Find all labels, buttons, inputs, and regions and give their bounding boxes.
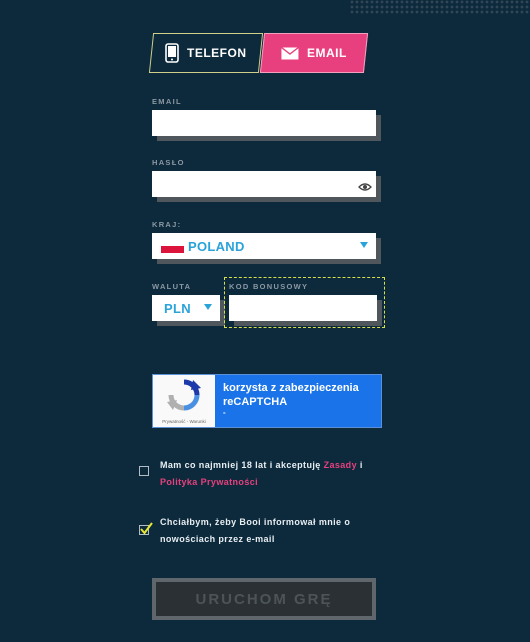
terms-checkbox[interactable]	[139, 466, 149, 476]
country-value: POLAND	[188, 238, 245, 254]
password-label: HASŁO	[152, 158, 185, 167]
bonus-code-field[interactable]	[229, 295, 377, 321]
tab-phone-label: TELEFON	[187, 46, 247, 60]
email-label: EMAIL	[152, 97, 182, 106]
currency-label: WALUTA	[152, 282, 192, 291]
newsletter-text-line2: nowościach przez e-mail	[160, 534, 275, 544]
terms-consent-row: Mam co najmniej 18 lat i akceptuję Zasad…	[139, 457, 389, 491]
password-field-wrapper	[152, 171, 376, 197]
recaptcha-text-line1: korzysta z zabezpieczenia	[223, 382, 359, 394]
recaptcha-privacy-links[interactable]: Prywatność - Warunki	[162, 419, 206, 424]
currency-select[interactable]: PLN	[152, 295, 220, 321]
recaptcha-icon	[167, 378, 201, 417]
password-field[interactable]	[152, 171, 376, 197]
chevron-down-icon	[360, 242, 368, 248]
newsletter-consent-row: Chciałbym, żeby Booi informował mnie o n…	[139, 514, 389, 548]
tab-email-label: EMAIL	[307, 46, 347, 60]
poland-flag-icon	[161, 239, 184, 253]
recaptcha-text-line2: reCAPTCHA	[223, 396, 288, 408]
start-game-button[interactable]: URUCHOM GRĘ	[152, 578, 376, 620]
recaptcha-text-line3: -	[223, 408, 226, 417]
privacy-policy-link[interactable]: Polityka Prywatności	[160, 477, 258, 487]
terms-text: Mam co najmniej 18 lat i akceptuję Zasad…	[160, 457, 363, 491]
bonus-code-field-wrapper	[229, 295, 377, 321]
recaptcha-logo: Prywatność - Warunki	[153, 375, 215, 427]
terms-link[interactable]: Zasady	[324, 460, 357, 470]
tab-email[interactable]: EMAIL	[259, 33, 369, 73]
currency-value: PLN	[164, 300, 191, 316]
newsletter-checkbox[interactable]	[139, 522, 153, 535]
email-field-wrapper	[152, 110, 376, 136]
country-select[interactable]: POLAND	[152, 233, 376, 259]
newsletter-text: Chciałbym, żeby Booi informował mnie o n…	[160, 514, 350, 548]
country-label: KRAJ:	[152, 220, 182, 229]
email-field[interactable]	[152, 110, 376, 136]
recaptcha-widget[interactable]: Prywatność - Warunki korzysta z zabezpie…	[152, 374, 382, 428]
newsletter-text-line1: Chciałbym, żeby Booi informował mnie o	[160, 517, 351, 527]
tab-phone[interactable]: TELEFON	[148, 33, 264, 73]
phone-icon	[165, 43, 180, 63]
terms-and: i	[356, 460, 363, 470]
checkmark-icon	[140, 522, 153, 535]
bonus-code-label: KOD BONUSOWY	[229, 282, 309, 291]
eye-icon[interactable]	[358, 179, 372, 197]
envelope-icon	[281, 46, 300, 60]
terms-prefix: Mam co najmniej 18 lat i akceptuję	[160, 460, 324, 470]
header-decoration	[350, 0, 530, 14]
chevron-down-icon	[204, 304, 212, 310]
